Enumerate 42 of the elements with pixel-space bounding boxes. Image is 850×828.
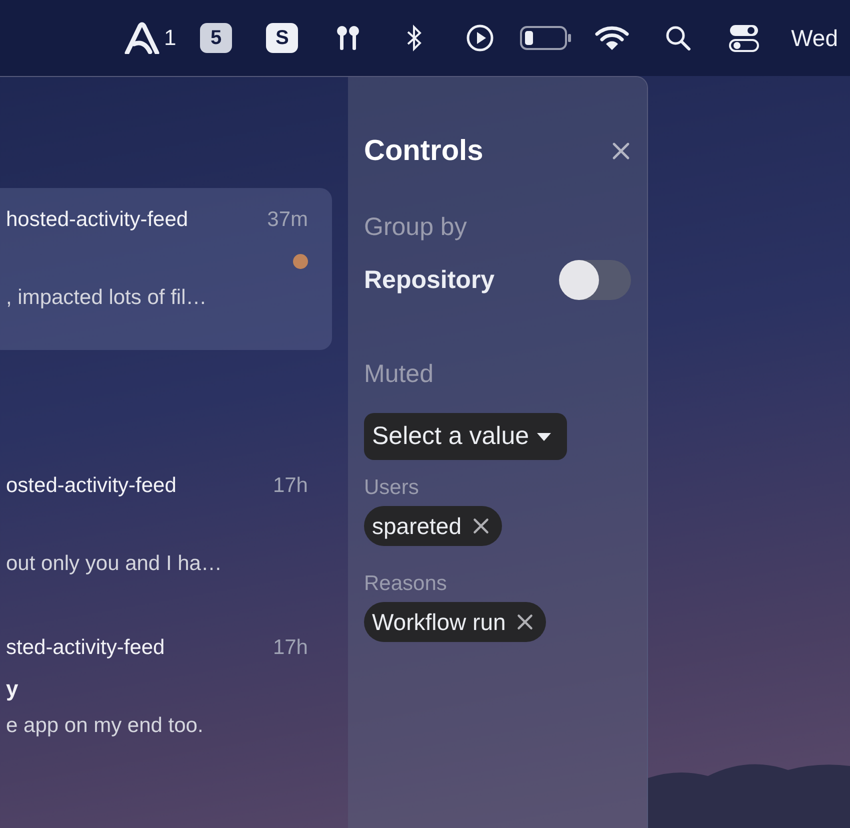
notification-count: 1 [164,25,176,51]
repository-name: hosted-activity-feed [6,208,188,232]
notification-preview: e app on my end too. [6,714,204,738]
time-ago: 17h [272,636,308,660]
notification-item[interactable]: sted-activity-feed 17h y e app on my end too. [0,616,332,758]
section-label: Group by [364,213,468,242]
bluetooth-icon[interactable] [405,24,424,52]
toggle-switch[interactable] [559,260,631,300]
close-button[interactable] [611,141,631,161]
close-icon [516,613,534,631]
time-ago: 17h [272,474,308,498]
section-label: Muted [364,360,434,389]
menu-clock: Wed [791,24,838,52]
close-icon [472,517,490,535]
earbuds-icon[interactable] [336,25,360,51]
remove-button[interactable] [516,613,534,631]
letter-square-icon[interactable]: S [266,23,298,53]
repository-name: sted-activity-feed [6,636,165,660]
play-icon[interactable] [466,24,494,52]
notification-item[interactable]: osted-activity-feed 17h out only you and I ha… [0,454,332,596]
chip-label: spareted [372,512,462,540]
remove-button[interactable] [472,517,490,535]
filter-label: Users [364,476,420,500]
notification-preview: , impacted lots of fil… [6,286,208,310]
close-icon [611,141,631,161]
notification-preview: out only you and I ha… [6,552,223,576]
chip-label: Workflow run [372,608,506,636]
notification-title: y [6,676,18,702]
wifi-icon[interactable] [595,25,630,51]
app-logo-icon[interactable] [124,22,160,54]
time-ago: 37m [267,208,308,232]
caret-icon [537,432,552,440]
search-icon[interactable] [665,25,692,51]
numbered-square-icon[interactable]: 5 [200,23,232,53]
control-center-icon[interactable] [729,24,760,52]
toggle-label: Repository [364,266,495,294]
notification-item[interactable]: hosted-activity-feed 37m , impacted lots of fil… [0,188,332,350]
repository-name: osted-activity-feed [6,474,176,498]
battery-icon[interactable] [520,25,572,51]
panel-title: Controls [364,134,484,168]
filter-label: Reasons [364,572,448,596]
select-dropdown[interactable]: Select a value [364,413,568,460]
